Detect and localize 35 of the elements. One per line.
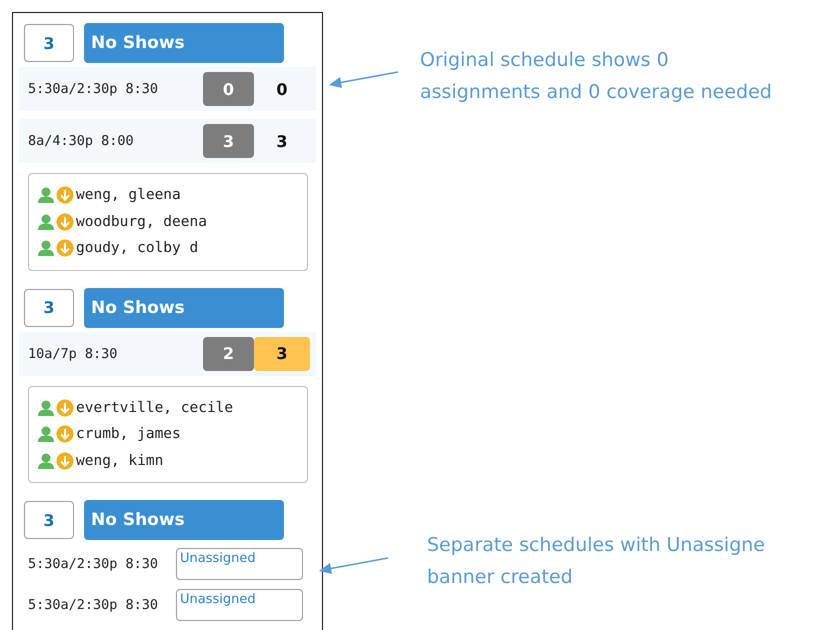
person-icon — [37, 398, 55, 417]
person-icon — [37, 425, 55, 444]
unassigned-banner: Unassigned — [176, 589, 303, 621]
person-name: crumb, james — [76, 426, 181, 442]
shift-time: 5:30a/2:30p 8:30 — [28, 81, 160, 97]
shift-time: 8a/4:30p 8:00 — [28, 133, 135, 149]
person-icon — [37, 186, 55, 204]
needed-count: 3 — [254, 336, 310, 370]
person-icon — [37, 239, 55, 258]
person-icon — [37, 212, 55, 231]
shift-time: 5:30a/2:30p 8:30 — [28, 597, 160, 613]
needed-count: 3 — [275, 130, 289, 152]
person-name: weng, gleena — [76, 187, 181, 204]
assigned-count: 2 — [203, 336, 254, 370]
unassigned-banner: Unassigned — [176, 548, 303, 580]
person-name: weng, kimn — [76, 452, 164, 469]
count-box: 3 — [24, 24, 74, 62]
person-name: woodburg, deena — [76, 214, 207, 230]
person-name: evertville, cecile — [76, 400, 234, 416]
needed-count: 0 — [275, 78, 289, 100]
annotation-arrow — [328, 70, 400, 90]
shift-row[interactable]: 10a/7p 8:30 2 3 — [19, 332, 316, 376]
shift-row[interactable]: 5:30a/2:30p 8:30 0 0 — [19, 67, 316, 111]
annotation-text: Separate schedules with Unassigne banner created — [427, 533, 766, 590]
assigned-count: 0 — [203, 72, 254, 106]
shift-row[interactable]: 8a/4:30p 8:00 3 3 — [19, 119, 316, 163]
shift-time: 10a/7p 8:30 — [28, 346, 118, 362]
person-icon — [37, 452, 55, 470]
assigned-count: 3 — [203, 124, 254, 158]
annotation-arrow — [318, 556, 390, 576]
person-name: goudy, colby d — [76, 240, 198, 256]
annotation-text: Original schedule shows 0 assignments and 0 coverage needed — [420, 48, 773, 105]
shift-time: 5:30a/2:30p 8:30 — [28, 556, 160, 572]
count-box: 3 — [24, 288, 74, 326]
count-box: 3 — [24, 501, 74, 539]
